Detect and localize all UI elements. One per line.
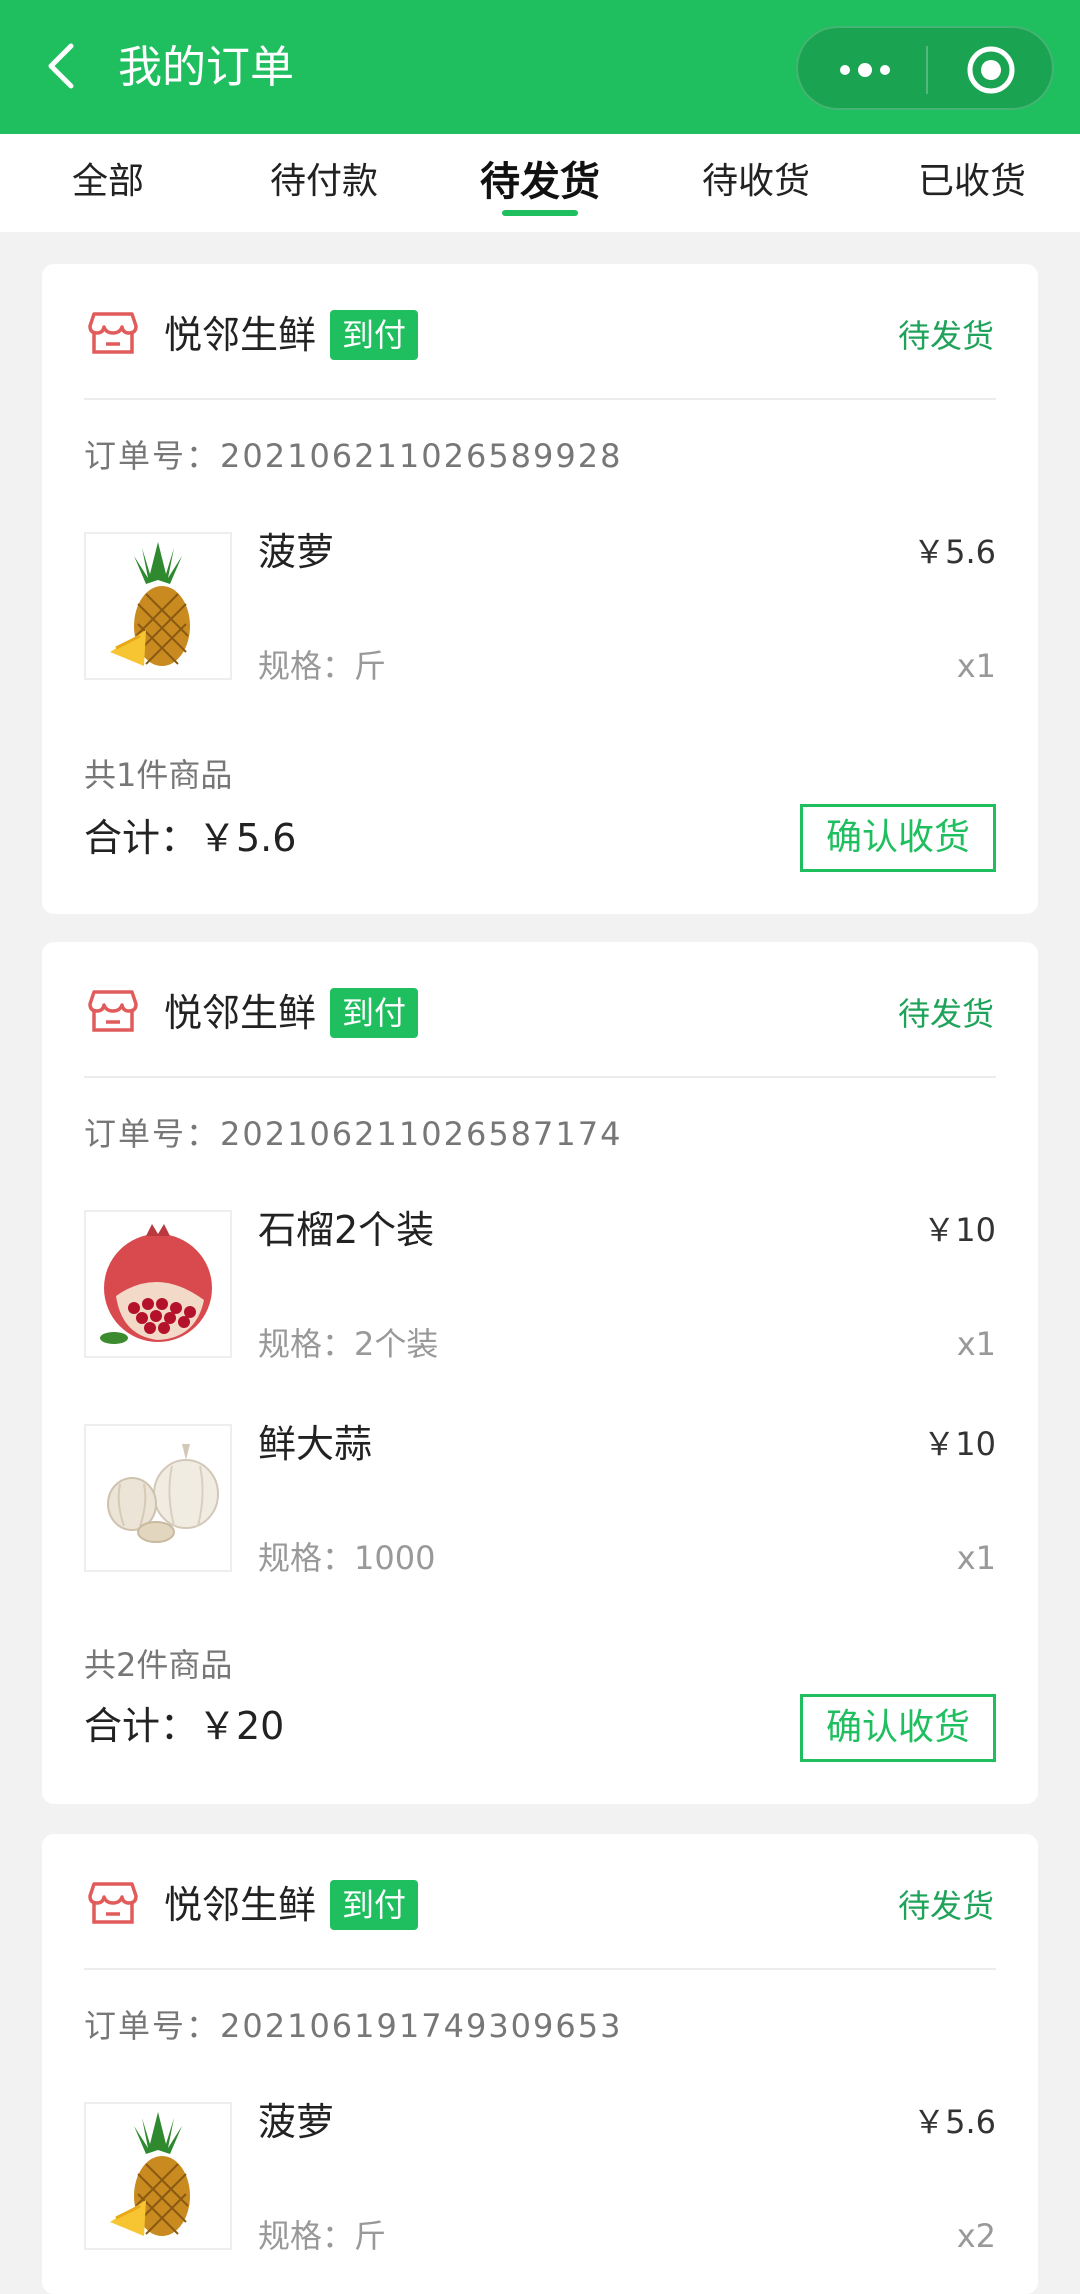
product-price: ￥10 (923, 1211, 996, 1249)
active-tab-indicator (502, 210, 578, 216)
product-image-pineapple (84, 532, 232, 680)
product-name: 鲜大蒜 (258, 1422, 373, 1466)
order-status-tabs: 全部 待付款 待发货 待收货 已收货 (0, 134, 1080, 232)
product-quantity: x1 (956, 1325, 996, 1363)
store-icon (88, 312, 138, 354)
confirm-receipt-button[interactable]: 确认收货 (800, 1694, 996, 1762)
product-price: ￥5.6 (913, 533, 996, 571)
order-status: 待发货 (897, 1887, 994, 1925)
more-dots-icon (840, 63, 890, 77)
confirm-receipt-button[interactable]: 确认收货 (800, 804, 996, 872)
product-name: 石榴2个装 (258, 1208, 435, 1252)
product-spec: 规格：2个装 (258, 1325, 439, 1363)
order-total: 合计：￥5.6 (84, 816, 297, 860)
store-icon (88, 990, 138, 1032)
order-card: 悦邻生鲜 到付 待发货 订单号：202106211026589928 菠萝 ￥5… (42, 264, 1038, 914)
divider (84, 1968, 996, 1970)
product-name: 菠萝 (258, 2100, 335, 2144)
target-close-icon (967, 46, 1015, 94)
product-price: ￥5.6 (913, 2103, 996, 2141)
order-status: 待发货 (897, 995, 994, 1033)
divider (84, 398, 996, 400)
order-status: 待发货 (897, 317, 994, 355)
product-quantity: x1 (956, 647, 996, 685)
chevron-left-icon (48, 43, 74, 89)
payment-badge: 到付 (330, 1880, 419, 1930)
product-quantity: x2 (956, 2217, 996, 2255)
product-name: 菠萝 (258, 530, 335, 574)
tab-pending-payment[interactable]: 待付款 (224, 154, 424, 210)
more-button[interactable] (826, 48, 904, 92)
tab-received[interactable]: 已收货 (872, 154, 1072, 210)
capsule-divider (926, 46, 928, 94)
tab-all[interactable]: 全部 (8, 154, 208, 210)
tab-pending-receipt[interactable]: 待收货 (656, 154, 856, 210)
order-number: 订单号：202106211026589928 (84, 437, 623, 475)
order-card: 悦邻生鲜 到付 待发货 订单号：202106191749309653 菠萝 ￥5… (42, 1834, 1038, 2294)
order-item[interactable]: 鲜大蒜 ￥10 规格：1000 x1 (84, 1422, 996, 1577)
back-button[interactable] (38, 42, 86, 90)
product-image-garlic (84, 1424, 232, 1572)
order-number: 订单号：202106211026587174 (84, 1115, 623, 1153)
order-item[interactable]: 菠萝 ￥5.6 规格：斤 x1 (84, 530, 996, 685)
order-total: 合计：￥20 (84, 1704, 285, 1748)
close-mini-program-button[interactable] (948, 44, 1034, 96)
page-title: 我的订单 (118, 42, 294, 93)
product-price: ￥10 (923, 1425, 996, 1463)
store-name[interactable]: 悦邻生鲜 (164, 1878, 316, 1932)
top-navigation-bar: 我的订单 (0, 0, 1080, 134)
order-item[interactable]: 菠萝 ￥5.6 规格：斤 x2 (84, 2100, 996, 2255)
payment-badge: 到付 (330, 988, 419, 1038)
store-icon (88, 1882, 138, 1924)
product-spec: 规格：斤 (258, 647, 387, 685)
product-spec: 规格：1000 (258, 1539, 436, 1577)
product-quantity: x1 (956, 1539, 996, 1577)
tab-pending-shipment[interactable]: 待发货 (440, 154, 640, 210)
item-count: 共1件商品 (84, 756, 233, 794)
divider (84, 1076, 996, 1078)
order-card: 悦邻生鲜 到付 待发货 订单号：202106211026587174 石榴2个装… (42, 942, 1038, 1804)
store-name[interactable]: 悦邻生鲜 (164, 986, 316, 1040)
payment-badge: 到付 (330, 310, 419, 360)
product-image-pomegranate (84, 1210, 232, 1358)
product-spec: 规格：斤 (258, 2217, 387, 2255)
order-item[interactable]: 石榴2个装 ￥10 规格：2个装 x1 (84, 1208, 996, 1363)
store-name[interactable]: 悦邻生鲜 (164, 308, 316, 362)
order-number: 订单号：202106191749309653 (84, 2007, 623, 2045)
mini-program-capsule (796, 26, 1054, 110)
product-image-pineapple (84, 2102, 232, 2250)
item-count: 共2件商品 (84, 1646, 233, 1684)
